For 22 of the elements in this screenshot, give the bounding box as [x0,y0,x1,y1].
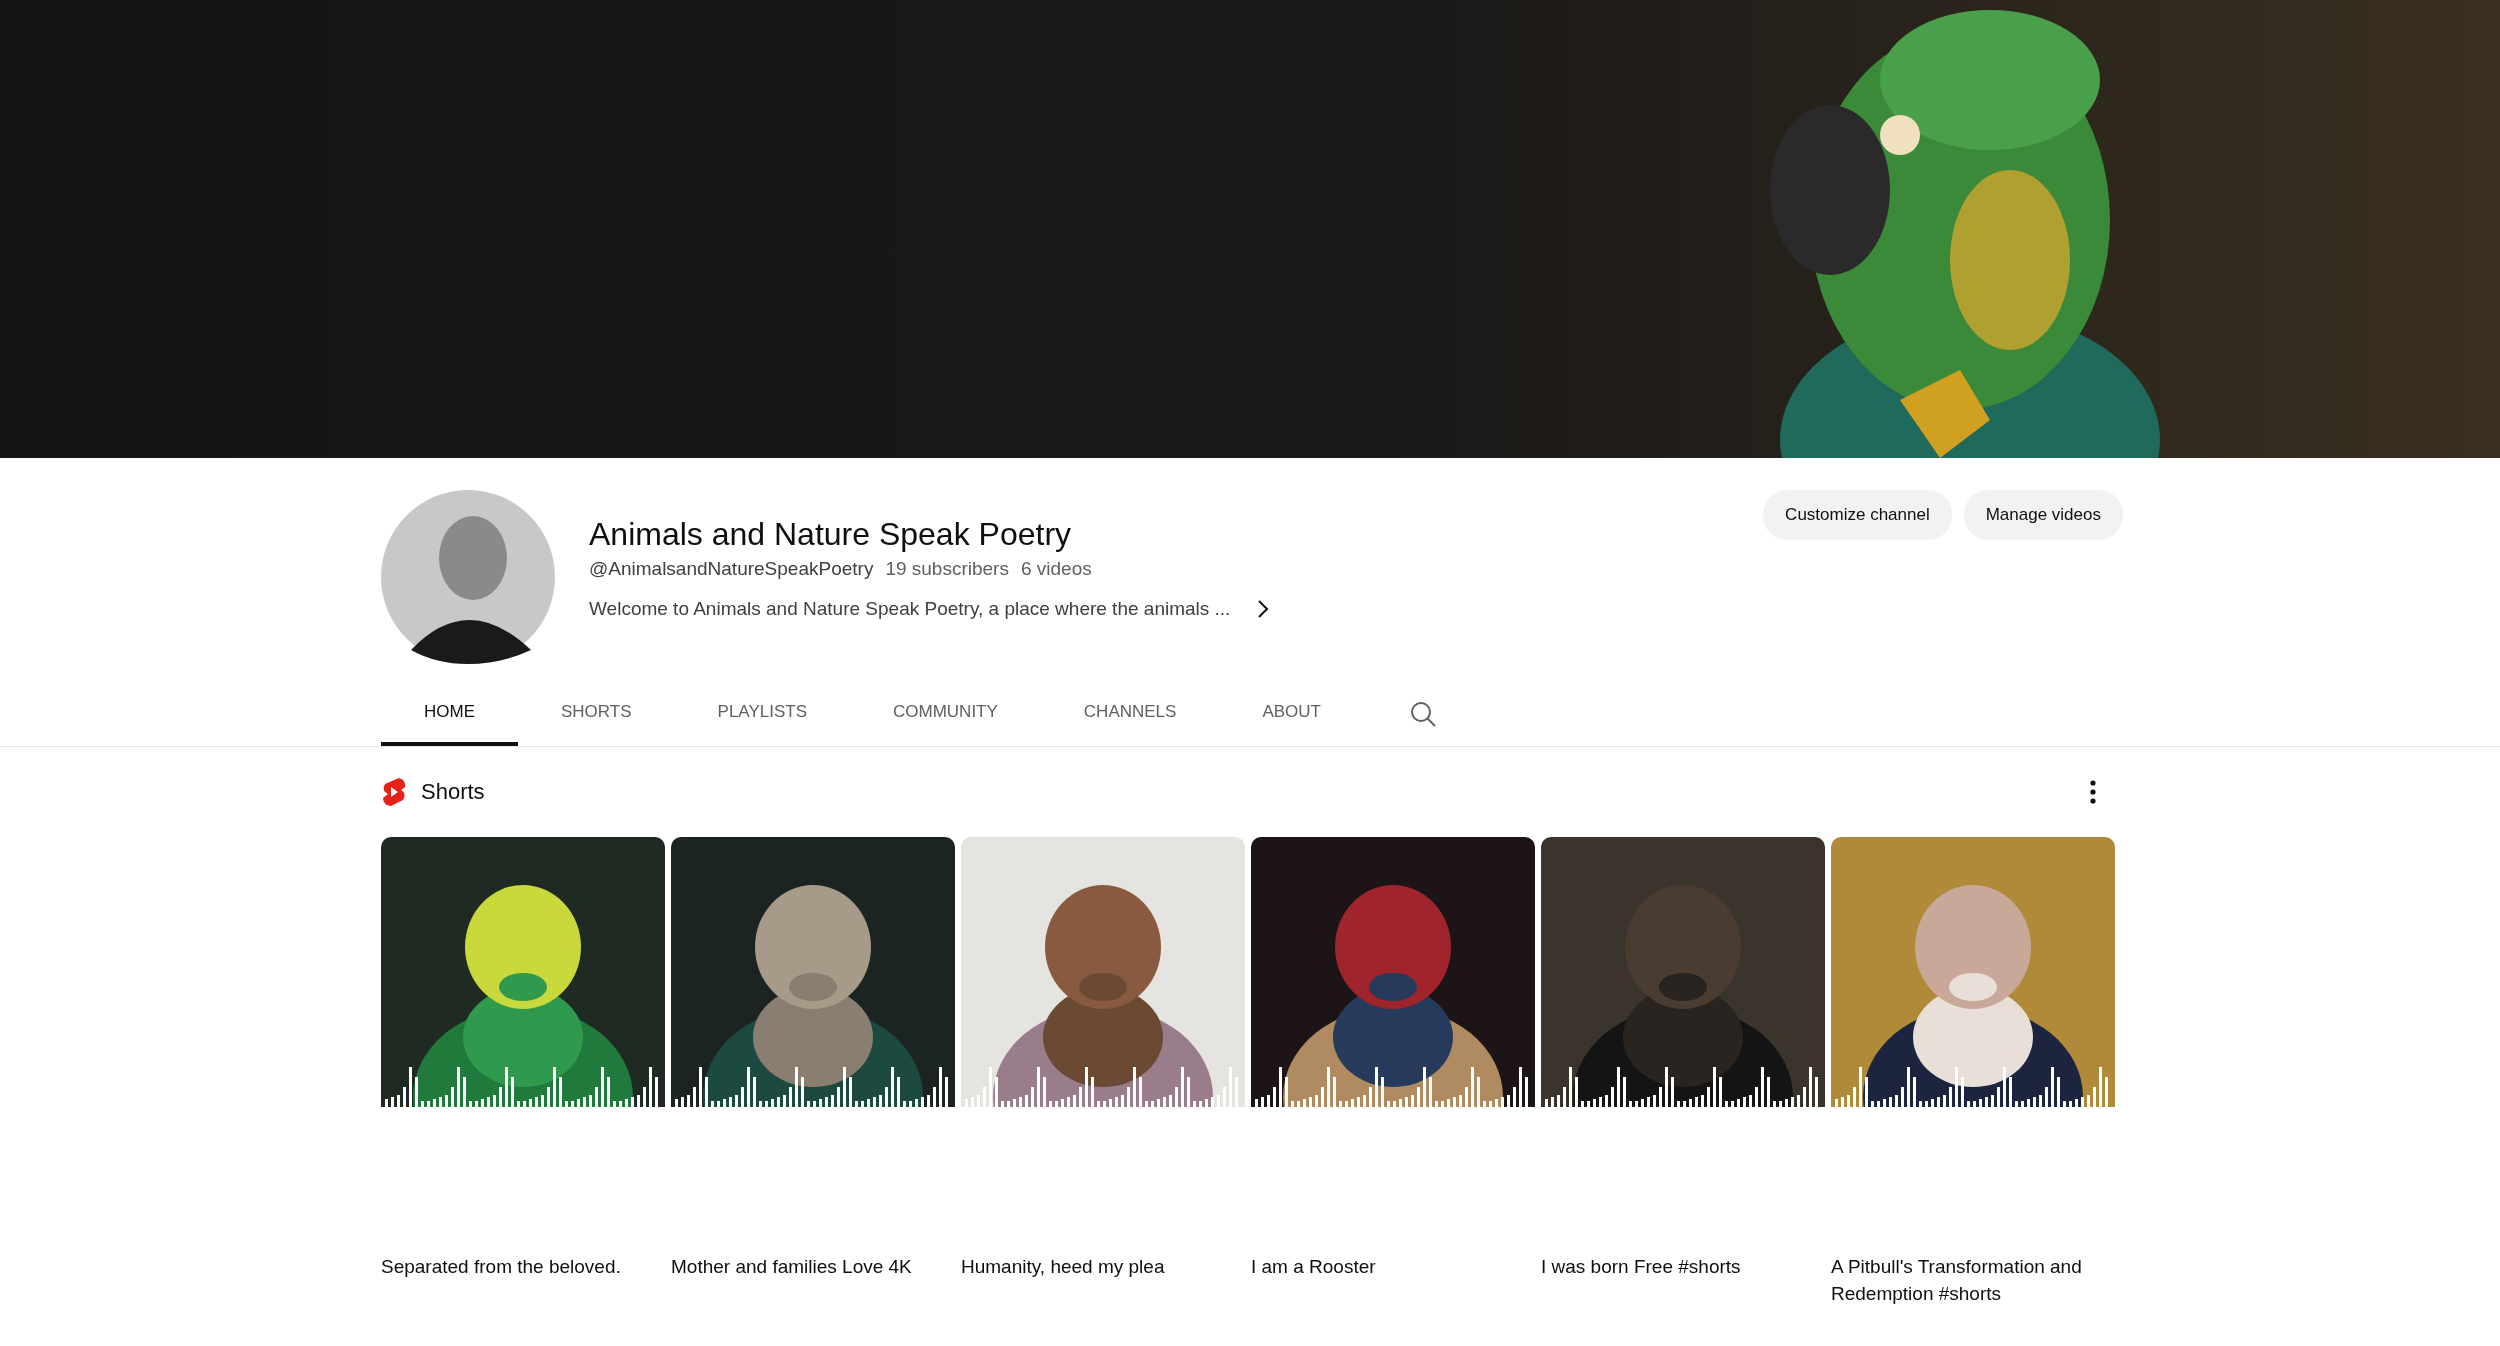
channel-button[interactable]: Manage videos [1963,490,2123,540]
channel-tab[interactable]: COMMUNITY [850,682,1041,746]
channel-name: Animals and Nature Speak Poetry [589,515,1073,554]
channel-tab[interactable]: ABOUT [1219,682,1364,746]
short-title[interactable]: Humanity, heed my plea [961,1253,1245,1280]
short-title[interactable]: I am a Rooster [1251,1253,1535,1280]
short-title[interactable]: Separated from the beloved. [381,1253,665,1280]
search-icon[interactable] [1409,700,1437,728]
shorts-logo-icon [381,777,407,807]
avatar-icon [381,490,555,664]
short-title[interactable]: A Pitbull's Transformation and Redemption #shorts [1831,1253,2115,1307]
subscriber-count: 19 subscribers [885,558,1009,580]
video-count: 6 videos [1020,558,1092,580]
short-title[interactable]: Mother and families Love 4K [671,1253,955,1280]
channel-button[interactable]: Customize channel [1763,490,1952,540]
channel-tab[interactable]: CHANNELS [1040,682,1220,746]
short-title[interactable]: I was born Free #shorts [1541,1253,1825,1280]
section-title: Shorts [421,779,486,805]
channel-tab[interactable]: PLAYLISTS [674,682,850,746]
channel-tab[interactable]: SHORTS [518,682,675,746]
channel-handle: @AnimalsandNatureSpeakPoetry [589,558,874,580]
channel-description[interactable]: Welcome to Animals and Nature Speak Poetry, a place where the animals ... [589,598,1231,620]
